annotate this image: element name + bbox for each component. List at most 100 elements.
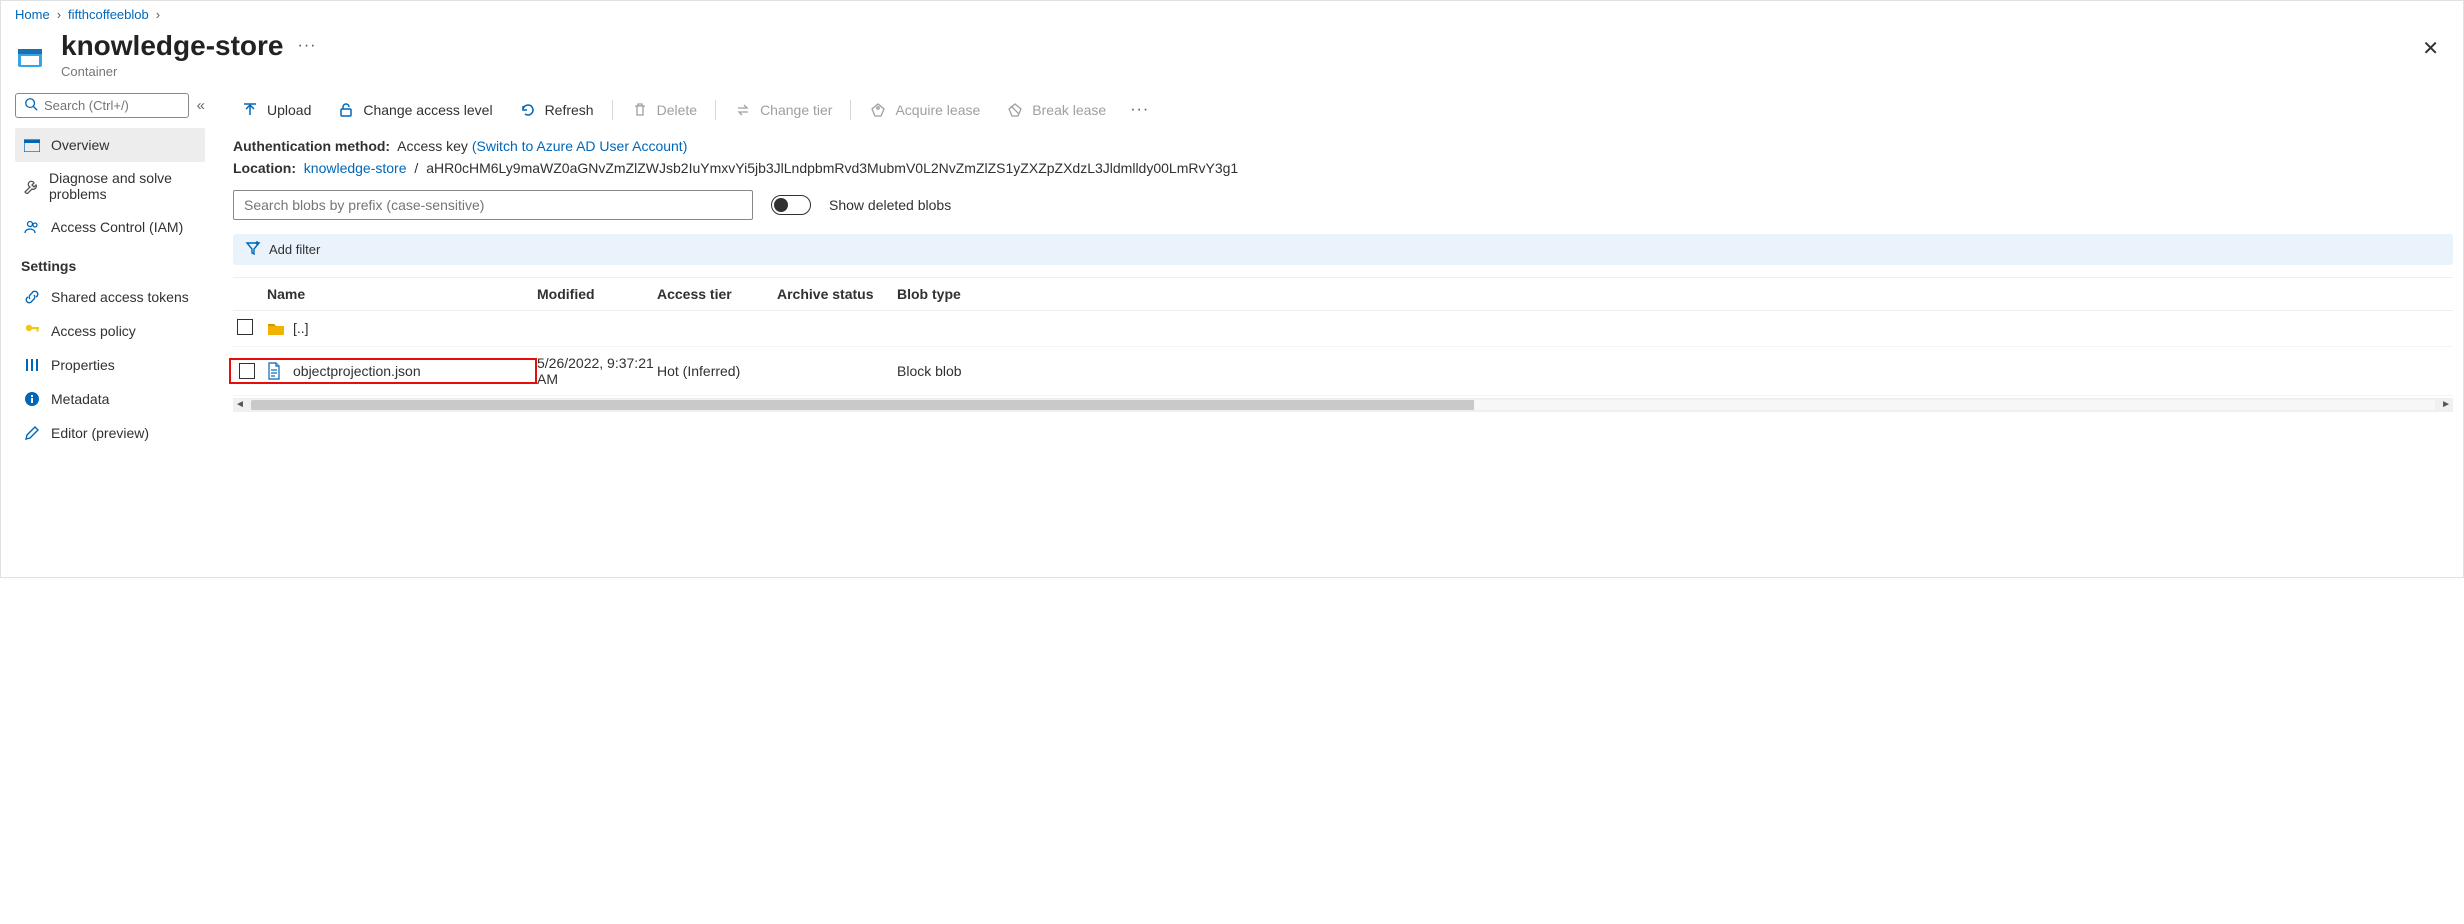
trash-icon <box>631 101 649 119</box>
refresh-button[interactable]: Refresh <box>511 97 602 123</box>
sidebar-item-overview[interactable]: Overview <box>15 128 205 162</box>
delete-button: Delete <box>623 97 705 123</box>
lock-icon <box>337 101 355 119</box>
blob-access-tier: Hot (Inferred) <box>657 363 777 379</box>
search-icon <box>24 97 38 114</box>
button-label: Upload <box>267 102 311 118</box>
sidebar-item-editor[interactable]: Editor (preview) <box>15 416 205 450</box>
scrollbar-track[interactable] <box>251 400 2435 410</box>
change-tier-button: Change tier <box>726 97 840 123</box>
toolbar-separator <box>850 100 851 120</box>
change-access-button[interactable]: Change access level <box>329 97 500 123</box>
sidebar-item-label: Diagnose and solve problems <box>49 170 197 202</box>
page-title: knowledge-store <box>61 30 283 62</box>
toolbar: Upload Change access level Refresh Delet… <box>233 93 2453 135</box>
location-path: aHR0cHM6Ly9maWZ0aGNvZmZlZWJsb2IuYmxvYi5j… <box>426 160 1238 176</box>
more-icon[interactable]: ··· <box>297 37 316 55</box>
break-lease-button: Break lease <box>998 97 1114 123</box>
collapse-sidebar-icon[interactable]: « <box>197 97 205 114</box>
toolbar-separator <box>612 100 613 120</box>
sidebar-item-label: Access Control (IAM) <box>51 219 183 235</box>
button-label: Refresh <box>545 102 594 118</box>
prefix-search[interactable] <box>233 190 753 220</box>
acquire-lease-button: Acquire lease <box>861 97 988 123</box>
sidebar-item-label: Metadata <box>51 391 109 407</box>
sidebar-search-input[interactable] <box>44 98 180 113</box>
sidebar-item-metadata[interactable]: Metadata <box>15 382 205 416</box>
sidebar-item-label: Editor (preview) <box>51 425 149 441</box>
breadcrumb: Home › fifthcoffeeblob › <box>1 1 2463 26</box>
sidebar-item-sas[interactable]: Shared access tokens <box>15 280 205 314</box>
container-icon <box>15 43 49 71</box>
col-access-tier[interactable]: Access tier <box>657 286 777 302</box>
button-label: Delete <box>657 102 697 118</box>
properties-icon <box>23 356 41 374</box>
more-icon[interactable]: ··· <box>1130 101 1149 119</box>
edit-icon <box>23 424 41 442</box>
button-label: Change access level <box>363 102 492 118</box>
sidebar-item-label: Access policy <box>51 323 136 339</box>
show-deleted-label: Show deleted blobs <box>829 197 951 213</box>
wrench-icon <box>23 177 39 195</box>
sidebar-item-label: Properties <box>51 357 115 373</box>
sidebar-search[interactable] <box>15 93 189 118</box>
col-archive-status[interactable]: Archive status <box>777 286 897 302</box>
sidebar-item-policy[interactable]: Access policy <box>15 314 205 348</box>
scroll-left-icon[interactable]: ◄ <box>235 399 245 410</box>
sidebar-item-diagnose[interactable]: Diagnose and solve problems <box>15 162 205 210</box>
show-deleted-toggle[interactable] <box>771 195 811 215</box>
refresh-icon <box>519 101 537 119</box>
button-label: Add filter <box>269 242 320 257</box>
blob-modified: 5/26/2022, 9:37:21 AM <box>537 355 657 387</box>
breadcrumb-home[interactable]: Home <box>15 7 50 22</box>
people-icon <box>23 218 41 236</box>
key-icon <box>23 322 41 340</box>
blob-name[interactable]: objectprojection.json <box>293 363 421 379</box>
location-separator: / <box>410 160 422 176</box>
location-container-link[interactable]: knowledge-store <box>304 160 407 176</box>
breadcrumb-item-storage[interactable]: fifthcoffeeblob <box>68 7 149 22</box>
main-content: Upload Change access level Refresh Delet… <box>213 93 2463 577</box>
table-row-up[interactable]: [..] <box>233 311 2453 347</box>
button-label: Break lease <box>1032 102 1106 118</box>
row-checkbox[interactable] <box>237 319 253 335</box>
col-name[interactable]: Name <box>267 286 537 302</box>
overview-icon <box>23 136 41 154</box>
prefix-search-input[interactable] <box>244 197 742 213</box>
folder-icon <box>267 319 285 337</box>
sidebar-item-label: Overview <box>51 137 109 153</box>
auth-method-label: Authentication method: <box>233 138 390 154</box>
up-directory-label[interactable]: [..] <box>293 320 309 336</box>
info-icon <box>23 390 41 408</box>
upload-button[interactable]: Upload <box>233 97 319 123</box>
upload-icon <box>241 101 259 119</box>
link-icon <box>23 288 41 306</box>
sidebar-item-label: Shared access tokens <box>51 289 189 305</box>
filter-add-icon <box>245 240 261 259</box>
horizontal-scrollbar[interactable]: ◄ ► <box>233 398 2453 412</box>
row-checkbox[interactable] <box>239 363 255 379</box>
button-label: Acquire lease <box>895 102 980 118</box>
tag-icon <box>869 101 887 119</box>
col-modified[interactable]: Modified <box>537 286 657 302</box>
chevron-right-icon: › <box>156 7 160 22</box>
col-blob-type[interactable]: Blob type <box>897 286 1022 302</box>
location-label: Location: <box>233 160 296 176</box>
table-row[interactable]: objectprojection.json 5/26/2022, 9:37:21… <box>233 347 2453 396</box>
scroll-right-icon[interactable]: ► <box>2441 399 2451 410</box>
file-icon <box>265 362 283 380</box>
swap-icon <box>734 101 752 119</box>
add-filter-button[interactable]: Add filter <box>233 234 2453 265</box>
close-icon[interactable]: ✕ <box>2416 30 2445 67</box>
sidebar-section-settings: Settings <box>21 258 205 274</box>
sidebar-item-properties[interactable]: Properties <box>15 348 205 382</box>
table-header-row: Name Modified Access tier Archive status… <box>233 278 2453 311</box>
sidebar-item-iam[interactable]: Access Control (IAM) <box>15 210 205 244</box>
button-label: Change tier <box>760 102 832 118</box>
switch-auth-link[interactable]: (Switch to Azure AD User Account) <box>472 138 688 154</box>
tag-broken-icon <box>1006 101 1024 119</box>
page-header: knowledge-store ··· Container ✕ <box>1 26 2463 93</box>
blob-type: Block blob <box>897 363 1022 379</box>
sidebar: « Overview Diagnose and solve problems A… <box>1 93 213 577</box>
chevron-right-icon: › <box>57 7 61 22</box>
